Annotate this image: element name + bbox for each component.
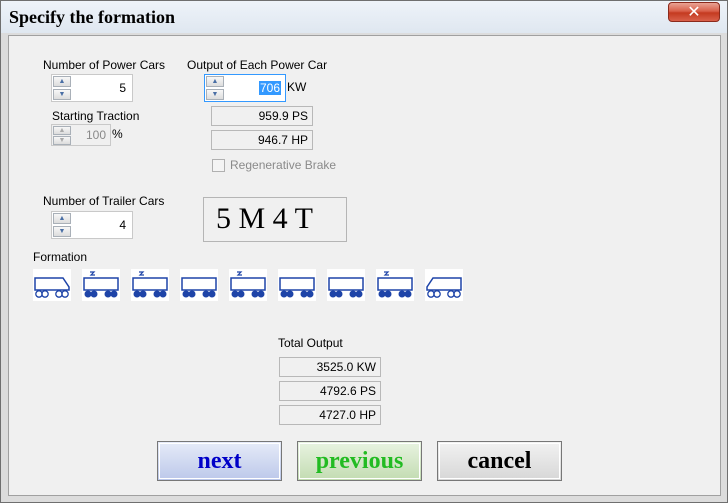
cab-trailer-car-icon xyxy=(425,269,463,301)
total-hp: 4727.0 HP xyxy=(279,405,381,425)
trailer-cars-label: Number of Trailer Cars xyxy=(43,194,165,208)
cancel-button-label: cancel xyxy=(467,448,532,474)
output-spinner[interactable]: ▲ ▼ 706 xyxy=(204,74,286,102)
previous-button[interactable]: previous xyxy=(297,441,422,481)
spin-up-icon[interactable]: ▲ xyxy=(53,126,71,135)
trailer-car-icon xyxy=(327,269,365,301)
formation-label: Formation xyxy=(33,250,88,264)
starting-traction-label: Starting Traction xyxy=(52,109,140,123)
trailer-cars-value: 4 xyxy=(119,218,126,232)
spin-up-icon[interactable]: ▲ xyxy=(53,76,71,87)
spin-up-icon[interactable]: ▲ xyxy=(206,76,224,87)
total-ps: 4792.6 PS xyxy=(279,381,381,401)
power-car-icon xyxy=(82,269,120,301)
close-button[interactable]: ✕ xyxy=(668,2,720,22)
close-icon: ✕ xyxy=(687,2,701,21)
starting-traction-unit: % xyxy=(112,127,123,141)
window-title: Specify the formation xyxy=(9,7,175,27)
spin-down-icon[interactable]: ▼ xyxy=(53,136,71,145)
output-label: Output of Each Power Car xyxy=(187,58,328,72)
power-cars-label: Number of Power Cars xyxy=(43,58,166,72)
previous-button-label: previous xyxy=(315,448,404,474)
regen-brake-label: Regenerative Brake xyxy=(230,158,337,172)
dialog-body xyxy=(8,35,721,496)
spin-down-icon[interactable]: ▼ xyxy=(206,89,224,100)
total-kw: 3525.0 KW xyxy=(279,357,381,377)
title-bar: Specify the formation ✕ xyxy=(1,1,727,33)
formation-code: 5 M 4 T xyxy=(203,197,347,242)
output-unit: KW xyxy=(287,80,307,94)
cancel-button[interactable]: cancel xyxy=(437,441,562,481)
spin-up-icon[interactable]: ▲ xyxy=(53,213,71,224)
output-value: 706 xyxy=(258,81,281,95)
power-car-icon xyxy=(229,269,267,301)
cab-trailer-car-icon xyxy=(33,269,71,301)
spin-down-icon[interactable]: ▼ xyxy=(53,226,71,237)
trailer-car-icon xyxy=(278,269,316,301)
output-ps: 959.9 PS xyxy=(211,106,313,126)
starting-traction-spinner[interactable]: ▲ ▼ 100 xyxy=(51,124,111,146)
power-car-icon xyxy=(131,269,169,301)
next-button-label: next xyxy=(197,448,242,474)
power-cars-value: 5 xyxy=(119,81,126,95)
next-button[interactable]: next xyxy=(157,441,282,481)
regen-brake-checkbox[interactable] xyxy=(212,159,225,172)
total-output-label: Total Output xyxy=(278,336,343,350)
output-hp: 946.7 HP xyxy=(211,130,313,150)
power-car-icon xyxy=(376,269,414,301)
starting-traction-value: 100 xyxy=(85,128,106,142)
spin-down-icon[interactable]: ▼ xyxy=(53,89,71,100)
trailer-car-icon xyxy=(180,269,218,301)
trailer-cars-spinner[interactable]: ▲ ▼ 4 xyxy=(51,211,133,239)
power-cars-spinner[interactable]: ▲ ▼ 5 xyxy=(51,74,133,102)
